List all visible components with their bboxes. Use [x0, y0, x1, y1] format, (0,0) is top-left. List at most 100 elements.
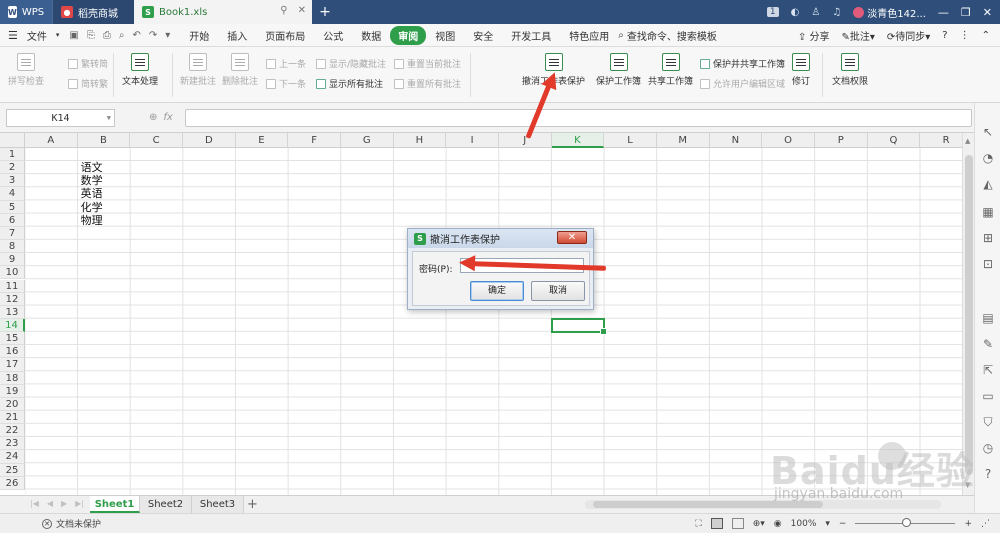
row-header-1[interactable]: 1 — [0, 148, 25, 162]
next-comment-button[interactable]: 下一条 — [266, 77, 306, 90]
row-header-18[interactable]: 18 — [0, 371, 25, 385]
window-count-badge[interactable]: 1 — [766, 7, 779, 17]
column-header-f[interactable]: F — [288, 133, 341, 148]
normal-view-icon[interactable] — [710, 518, 723, 529]
pointer-icon[interactable]: ↖ — [981, 125, 995, 139]
zoom-level[interactable]: 100% — [791, 519, 817, 529]
comment-button[interactable]: ✎批注▾ — [841, 28, 874, 43]
row-header-9[interactable]: 9 — [0, 253, 25, 267]
export-icon[interactable]: ⇱ — [981, 363, 995, 377]
column-header-a[interactable]: A — [25, 133, 78, 148]
allow-edit-ranges-button[interactable]: 允许用户编辑区域 — [700, 77, 785, 90]
shirt-icon[interactable]: ♙ — [811, 7, 820, 18]
select-all-corner[interactable] — [0, 133, 25, 148]
row-header-4[interactable]: 4 — [0, 187, 25, 201]
edit-icon[interactable]: ✎ — [981, 337, 995, 351]
help-button[interactable]: ? — [942, 30, 947, 41]
row-header-16[interactable]: 16 — [0, 345, 25, 359]
column-header-c[interactable]: C — [130, 133, 183, 148]
cancel-button[interactable]: 取消 — [531, 281, 585, 301]
cell-b4[interactable]: 英语 — [81, 187, 103, 200]
chevron-down-icon[interactable]: ▾ — [825, 519, 830, 529]
column-header-r[interactable]: R — [920, 133, 962, 148]
cell-b6[interactable]: 物理 — [81, 214, 103, 227]
prev-comment-button[interactable]: 上一条 — [266, 57, 306, 70]
skin-icon[interactable]: ◐ — [791, 7, 800, 18]
cell-b2[interactable]: 语文 — [81, 161, 103, 174]
row-header-25[interactable]: 25 — [0, 463, 25, 477]
history-icon[interactable]: ◔ — [981, 151, 995, 165]
active-cell-k14[interactable] — [550, 317, 607, 336]
next-sheet-icon[interactable]: ▶ — [61, 499, 67, 508]
cell-b5[interactable]: 化学 — [81, 201, 103, 214]
scroll-thumb[interactable] — [965, 155, 973, 475]
close-window-icon[interactable]: ✕ — [983, 6, 992, 19]
protection-status[interactable]: ✕ 文档未保护 — [42, 517, 101, 530]
zoom-slider[interactable] — [855, 518, 956, 527]
zoom-slider-knob[interactable] — [902, 518, 912, 527]
column-header-d[interactable]: D — [182, 133, 236, 148]
bell-icon[interactable]: ♫ — [832, 7, 841, 18]
column-header-k[interactable]: K — [551, 133, 605, 148]
delete-comment-button[interactable]: 删除批注 — [222, 53, 258, 87]
row-header-7[interactable]: 7 — [0, 226, 25, 241]
text-processing-button[interactable]: 文本处理 — [122, 53, 158, 87]
column-header-h[interactable]: H — [393, 133, 447, 148]
row-header-22[interactable]: 22 — [0, 424, 25, 438]
row-header-12[interactable]: 12 — [0, 292, 25, 306]
restore-icon[interactable]: ❐ — [961, 6, 971, 19]
column-header-m[interactable]: M — [656, 133, 710, 148]
row-header-6[interactable]: 6 — [0, 213, 25, 227]
customize-icon[interactable]: ▾ — [165, 30, 170, 41]
fill-icon[interactable]: ◭ — [981, 177, 995, 191]
reset-current-comment-button[interactable]: 重置当前批注 — [394, 57, 461, 70]
image-icon[interactable]: ▭ — [981, 389, 995, 403]
print-preview-icon[interactable]: ⌕ — [119, 30, 125, 41]
page-break-view-icon[interactable]: ⊕▾ — [753, 519, 765, 529]
menu-home[interactable]: 开始 — [180, 28, 218, 43]
pin-icon[interactable]: ⚲ — [280, 5, 287, 16]
tab-wps[interactable]: W WPS — [0, 0, 52, 24]
zoom-cell-icon[interactable]: ⊕ — [149, 112, 157, 123]
command-search[interactable]: ⌕ 查找命令、搜索模板 — [618, 28, 717, 43]
show-hide-comment-button[interactable]: 显示/隐藏批注 — [316, 57, 386, 70]
zoom-in-button[interactable]: + — [964, 519, 972, 529]
menu-file[interactable]: 文件 — [18, 28, 56, 43]
format-icon[interactable]: ▤ — [981, 311, 995, 325]
row-header-23[interactable]: 23 — [0, 437, 25, 451]
dialog-title-bar[interactable]: S 撤消工作表保护 ✕ — [408, 229, 593, 248]
show-all-comments-button[interactable]: 显示所有批注 — [316, 77, 383, 90]
protect-workbook-button[interactable]: 保护工作簿 — [596, 53, 641, 87]
row-header-14[interactable]: 14 — [0, 318, 25, 333]
column-header-q[interactable]: Q — [867, 133, 921, 148]
resize-grip-icon[interactable]: ⋰ — [981, 519, 990, 529]
menu-page-layout[interactable]: 页面布局 — [256, 28, 314, 43]
row-header-17[interactable]: 17 — [0, 358, 25, 372]
row-header-11[interactable]: 11 — [0, 279, 25, 293]
chevron-down-icon[interactable]: ▼ — [107, 114, 111, 122]
menu-developer[interactable]: 开发工具 — [502, 28, 560, 43]
eye-protection-icon[interactable]: ◉ — [774, 519, 782, 529]
sheet-tab-sheet2[interactable]: Sheet2 — [140, 496, 192, 513]
column-header-e[interactable]: E — [235, 133, 289, 148]
first-sheet-icon[interactable]: |◀ — [30, 499, 39, 508]
cell-b3[interactable]: 数学 — [81, 174, 103, 187]
page-layout-view-icon[interactable] — [731, 518, 744, 529]
column-header-p[interactable]: P — [814, 133, 868, 148]
reset-all-comments-button[interactable]: 重置所有批注 — [394, 77, 461, 90]
menu-insert[interactable]: 插入 — [218, 28, 256, 43]
prev-sheet-icon[interactable]: ◀ — [47, 499, 53, 508]
row-header-3[interactable]: 3 — [0, 174, 25, 188]
row-header-24[interactable]: 24 — [0, 450, 25, 464]
minimize-icon[interactable]: — — [938, 6, 949, 19]
row-header-26[interactable]: 26 — [0, 476, 25, 490]
sheet-tab-sheet1[interactable]: Sheet1 — [90, 496, 140, 513]
column-header-n[interactable]: N — [709, 133, 763, 148]
export-icon[interactable]: ⎘ — [87, 30, 95, 41]
undo-icon[interactable]: ↶ — [132, 30, 140, 41]
menu-review[interactable]: 审阅 — [390, 25, 427, 45]
add-sheet-button[interactable]: + — [247, 496, 258, 513]
menu-formula[interactable]: 公式 — [314, 28, 352, 43]
row-header-2[interactable]: 2 — [0, 161, 25, 175]
column-header-l[interactable]: L — [604, 133, 657, 148]
